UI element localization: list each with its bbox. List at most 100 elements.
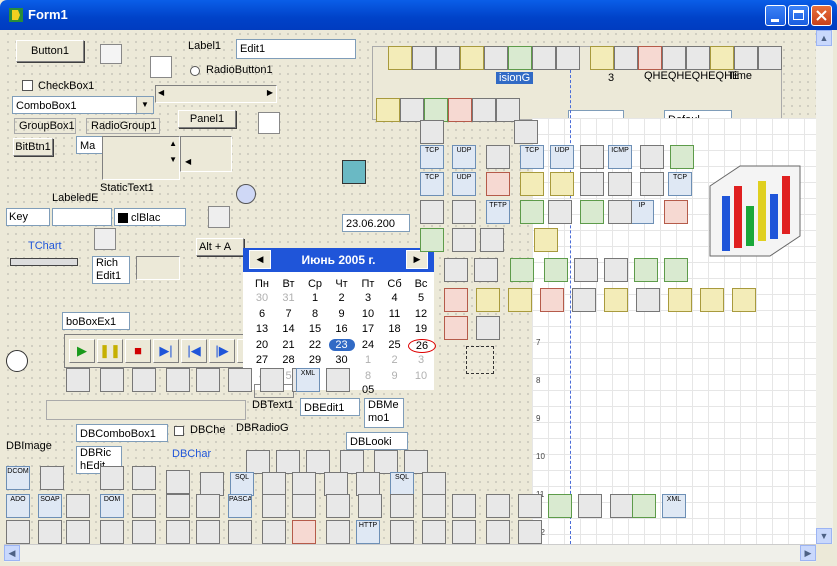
calendar-day[interactable]: 30 [329,354,355,366]
calendar-day[interactable]: 14 [276,323,302,335]
component-icon[interactable] [200,472,224,496]
component-icon[interactable] [638,46,662,70]
horizontal-scrollbar[interactable]: ◀ ▶ [4,544,816,562]
component-icon[interactable] [486,520,510,544]
comboboxex1[interactable]: boBoxEx1 [62,312,130,330]
component-icon[interactable] [356,472,380,496]
calendar-day[interactable]: 17 [355,323,381,335]
component-icon[interactable] [580,200,604,224]
size-grip[interactable] [816,544,833,561]
component-icon[interactable] [508,288,532,312]
component-icon[interactable] [520,172,544,196]
component-icon[interactable] [758,46,782,70]
soap-icon[interactable]: SOAP [38,494,62,518]
calendar-day[interactable]: 6 [249,308,275,320]
udp-icon[interactable]: UDP [550,145,574,169]
component-icon[interactable] [510,258,534,282]
datetimepicker[interactable]: 23.06.200 [342,214,410,232]
xml-icon[interactable]: XML [662,494,686,518]
calendar-day[interactable]: 10 [408,370,434,382]
ado-icon[interactable]: ADO [6,494,30,518]
component-icon[interactable] [444,258,468,282]
component-icon[interactable] [66,368,90,392]
component-icon[interactable] [412,46,436,70]
component-icon[interactable] [132,368,156,392]
animate-icon[interactable] [236,184,256,204]
component-icon[interactable] [196,494,220,518]
component-icon[interactable] [534,228,558,252]
component-icon[interactable] [246,450,270,474]
component-icon[interactable] [610,494,634,518]
component-icon[interactable] [452,520,476,544]
component-icon[interactable] [578,494,602,518]
calendar-day[interactable]: 1 [302,292,328,304]
component-icon[interactable] [474,258,498,282]
hotkey[interactable]: Alt + A [196,238,244,256]
dcom-icon[interactable]: DCOM [6,466,30,490]
panel1[interactable]: Panel1 [178,110,236,128]
component-icon[interactable] [514,120,538,144]
mainmenu-icon[interactable] [100,44,122,64]
richedit1[interactable]: Rich Edit1 [92,256,130,284]
component-icon[interactable] [518,494,542,518]
component-icon[interactable] [486,145,510,169]
component-icon[interactable] [662,46,686,70]
next-icon[interactable]: ▶| [153,339,179,363]
calendar-day[interactable]: 25 [382,339,408,351]
udp-icon[interactable]: UDP [452,145,476,169]
sql-icon[interactable]: SQL [390,472,414,496]
calendar-day[interactable]: 28 [276,354,302,366]
component-icon[interactable] [40,466,64,490]
dbcheck-icon[interactable] [174,426,184,436]
calendar-day[interactable]: 8 [355,370,381,382]
calendar-day[interactable]: 13 [249,323,275,335]
component-icon[interactable] [580,172,604,196]
calendar-day[interactable]: 5 [408,292,434,304]
component-icon[interactable] [262,472,286,496]
component-icon[interactable] [66,494,90,518]
component-icon[interactable] [476,316,500,340]
component-icon[interactable] [710,46,734,70]
http-icon[interactable]: HTTP [356,520,380,544]
component-icon[interactable] [444,288,468,312]
edit1[interactable]: Edit1 [236,39,356,59]
component-icon[interactable] [496,98,520,122]
stop-icon[interactable]: ■ [125,339,151,363]
scroll-left-icon[interactable]: ◀ [4,545,20,561]
dbmemo1[interactable]: DBMe mo1 [364,398,404,428]
radio-icon[interactable] [190,66,200,76]
component-icon[interactable] [324,472,348,496]
component-icon[interactable] [262,520,286,544]
calendar-day[interactable]: 11 [382,308,408,320]
component-icon[interactable] [572,288,596,312]
component-icon[interactable] [422,494,446,518]
calendar-prev-button[interactable]: ◀ [249,250,271,269]
component-icon[interactable] [670,145,694,169]
component-icon[interactable] [420,120,444,144]
component-icon[interactable] [520,200,544,224]
component-icon[interactable] [390,494,414,518]
calendar-day[interactable]: 19 [408,323,434,335]
labeled-edit[interactable] [52,208,112,226]
dblookup[interactable]: DBLooki [346,432,408,450]
component-icon[interactable] [436,46,460,70]
title-bar[interactable]: Form1 [0,0,837,30]
step-icon[interactable]: |▶ [209,339,235,363]
calendar-day[interactable]: 16 [329,323,355,335]
component-icon[interactable] [668,288,692,312]
component-icon[interactable] [472,98,496,122]
combobox1[interactable]: ComboBox1 ▼ [12,96,154,114]
dbedit1[interactable]: DBEdit1 [300,398,360,416]
component-icon[interactable] [326,520,350,544]
bitbtn1[interactable]: BitBtn1 [13,138,53,156]
component-icon[interactable] [460,46,484,70]
component-icon[interactable] [404,450,428,474]
component-icon[interactable] [100,466,124,490]
calendar-day[interactable]: 31 [276,292,302,304]
component-icon[interactable] [604,258,628,282]
component-icon[interactable] [326,494,350,518]
component-icon[interactable] [166,368,190,392]
component-icon[interactable] [486,494,510,518]
calendar-day[interactable]: 29 [302,354,328,366]
component-icon[interactable] [476,288,500,312]
